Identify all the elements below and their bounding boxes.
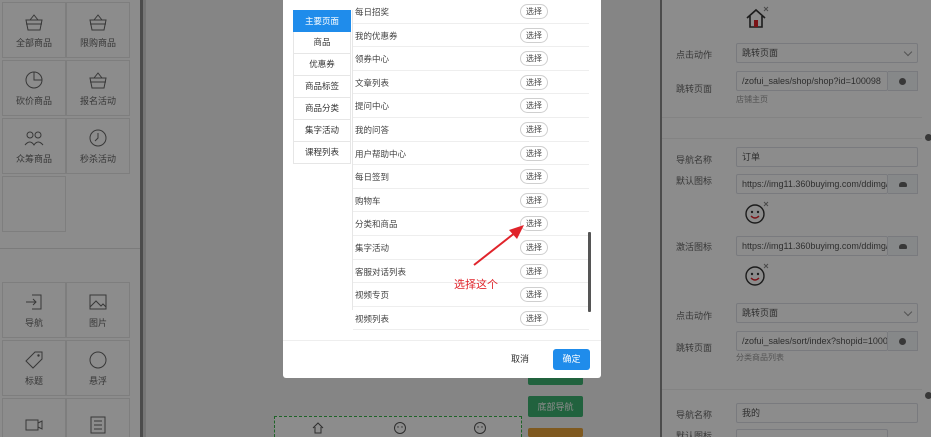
select-button[interactable]: 选择 (520, 192, 548, 208)
select-button[interactable]: 选择 (520, 263, 548, 279)
menu-item[interactable]: 主要页面 (293, 10, 351, 32)
page-row: 我的问答 选择 (353, 118, 589, 142)
select-button[interactable]: 选择 (520, 74, 548, 90)
menu-item[interactable]: 集字活动 (293, 120, 351, 142)
menu-item[interactable]: 商品分类 (293, 98, 351, 120)
page-row: 文章列表 选择 (353, 71, 589, 95)
page-row: 领券中心 选择 (353, 47, 589, 71)
menu-item[interactable]: 商品标签 (293, 76, 351, 98)
page-row: 视频列表 选择 (353, 307, 589, 331)
select-button[interactable]: 选择 (520, 310, 548, 326)
page-name: 客服对话列表 (355, 266, 407, 277)
page-name: 我的问答 (355, 125, 390, 135)
page-name: 分类和商品 (355, 219, 398, 230)
category-menu: 主要页面 商品 优惠券 商品标签 商品分类 集字活动 课程列表 (293, 10, 353, 310)
page-name: 文章列表 (355, 77, 390, 88)
menu-item[interactable]: 课程列表 (293, 142, 351, 164)
dialog-footer: 取消 确定 (283, 340, 601, 378)
page-row: 每日招奖 选择 (353, 0, 589, 24)
select-button[interactable]: 选择 (520, 98, 548, 114)
page-name: 我的优惠券 (355, 30, 398, 41)
page-picker-dialog: 主要页面 商品 优惠券 商品标签 商品分类 集字活动 课程列表 每日招奖 选择 我的优惠券 选择领… (283, 0, 601, 378)
confirm-button[interactable]: 确定 (553, 349, 590, 370)
page-row: 分类和商品 选择 (353, 212, 589, 236)
page-row: 提问中心 选择 (353, 94, 589, 118)
page-name: 每日招奖 (355, 7, 390, 17)
select-button[interactable]: 选择 (520, 122, 548, 137)
list-scrollbar[interactable] (588, 232, 591, 312)
page-name: 每日签到 (355, 172, 390, 183)
page-name: 领券中心 (355, 54, 390, 65)
select-button[interactable]: 选择 (520, 240, 548, 255)
page-name: 用户帮助中心 (355, 148, 407, 159)
page-row: 购物车 选择 (353, 189, 589, 213)
select-button[interactable]: 选择 (520, 169, 548, 185)
page-name: 集字活动 (355, 243, 390, 253)
select-button[interactable]: 选择 (520, 216, 548, 232)
select-button[interactable]: 选择 (520, 4, 548, 19)
page-row: 每日签到 选择 (353, 165, 589, 189)
page-name: 视频专页 (355, 290, 390, 301)
select-button[interactable]: 选择 (520, 51, 548, 67)
menu-item[interactable]: 优惠券 (293, 54, 351, 76)
page-name: 购物车 (355, 195, 381, 206)
page-name: 视频列表 (355, 313, 390, 324)
page-name: 提问中心 (355, 101, 390, 112)
page-row: 我的优惠券 选择 (353, 24, 589, 48)
cancel-button[interactable]: 取消 (511, 352, 529, 365)
page-row: 集字活动 选择 (353, 236, 589, 260)
annotation-text: 选择这个 (454, 279, 498, 291)
select-button[interactable]: 选择 (520, 27, 548, 43)
page-row: 用户帮助中心 选择 (353, 142, 589, 166)
select-button[interactable]: 选择 (520, 145, 548, 161)
menu-item[interactable]: 商品 (293, 32, 351, 54)
select-button[interactable]: 选择 (520, 287, 548, 303)
